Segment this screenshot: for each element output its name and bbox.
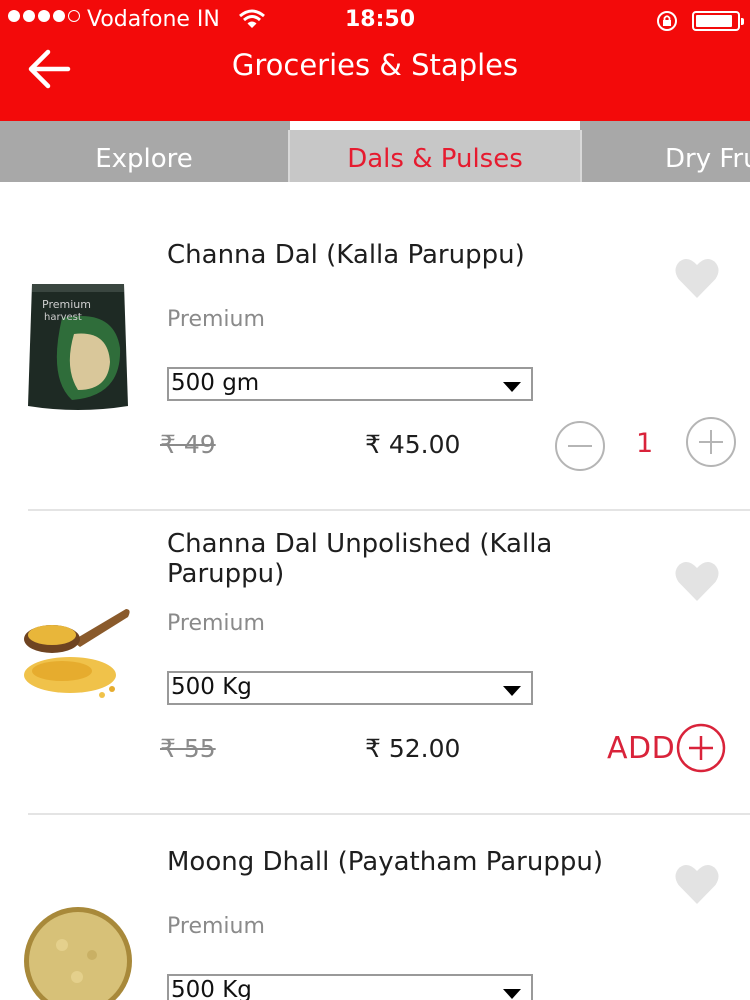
product-mrp: ₹ 49	[160, 430, 216, 459]
dropdown-caret-icon	[503, 989, 521, 999]
wishlist-heart-icon[interactable]	[674, 559, 720, 603]
pack-size-value: 500 Kg	[171, 977, 252, 1000]
svg-text:Premium: Premium	[42, 298, 91, 311]
status-time: 18:50	[345, 7, 416, 32]
dropdown-caret-icon	[503, 382, 521, 392]
dal-wooden-spoon-image	[24, 609, 130, 698]
svg-text:harvest: harvest	[44, 312, 82, 323]
decrease-quantity-button[interactable]	[554, 420, 606, 472]
carrier-name: Vodafone IN	[87, 7, 220, 32]
pack-size-select[interactable]: 500 Kg	[167, 671, 533, 705]
pack-size-value: 500 Kg	[171, 674, 252, 700]
pack-size-select[interactable]: 500 Kg	[167, 974, 533, 1000]
wishlist-heart-icon[interactable]	[674, 256, 720, 300]
app-header: Vodafone IN 18:50 Groceries & Staples	[0, 0, 750, 121]
page-title: Groceries & Staples	[231, 48, 519, 82]
tab-dry-fruits[interactable]: Dry Fru	[582, 121, 750, 182]
add-to-cart-button[interactable]: ADD	[607, 722, 727, 774]
product-brand: Premium	[167, 914, 265, 939]
selected-tab-indicator	[290, 121, 580, 130]
moong-dal-bowl-image	[24, 907, 132, 1000]
increase-quantity-button[interactable]	[685, 416, 737, 468]
pack-size-select[interactable]: 500 gm	[167, 367, 533, 401]
tab-label: Dry Fru	[665, 144, 750, 174]
product-brand: Premium	[167, 307, 265, 332]
dropdown-caret-icon	[503, 686, 521, 696]
product-name[interactable]: Channa Dal (Kalla Paruppu)	[167, 240, 587, 270]
tab-label: Explore	[95, 144, 193, 174]
divider	[28, 509, 750, 511]
quantity-value: 1	[636, 428, 654, 459]
add-label: ADD	[607, 730, 676, 766]
pack-size-value: 500 gm	[171, 370, 260, 396]
product-brand: Premium	[167, 611, 265, 636]
product-mrp: ₹ 55	[160, 734, 216, 763]
product-price: ₹ 52.00	[365, 734, 461, 763]
product-name[interactable]: Moong Dhall (Payatham Paruppu)	[167, 847, 617, 877]
product-name[interactable]: Channa Dal Unpolished (Kalla Paruppu)	[167, 529, 587, 589]
tab-label: Dals & Pulses	[347, 144, 523, 174]
battery-icon	[692, 11, 744, 31]
tab-explore[interactable]: Explore	[0, 121, 288, 182]
divider	[28, 813, 750, 815]
category-tabs: Explore Dals & Pulses Dry Fru	[0, 121, 750, 182]
signal-strength-icon	[8, 10, 80, 22]
wifi-icon	[239, 9, 265, 28]
plus-circle-icon	[676, 723, 726, 773]
product-price: ₹ 45.00	[365, 430, 461, 459]
wishlist-heart-icon[interactable]	[674, 862, 720, 906]
rotation-lock-icon	[657, 11, 677, 31]
channa-dal-pack-image: Premium harvest	[28, 284, 128, 410]
status-bar: Vodafone IN 18:50	[0, 0, 750, 42]
tab-dals-pulses[interactable]: Dals & Pulses	[290, 121, 580, 182]
